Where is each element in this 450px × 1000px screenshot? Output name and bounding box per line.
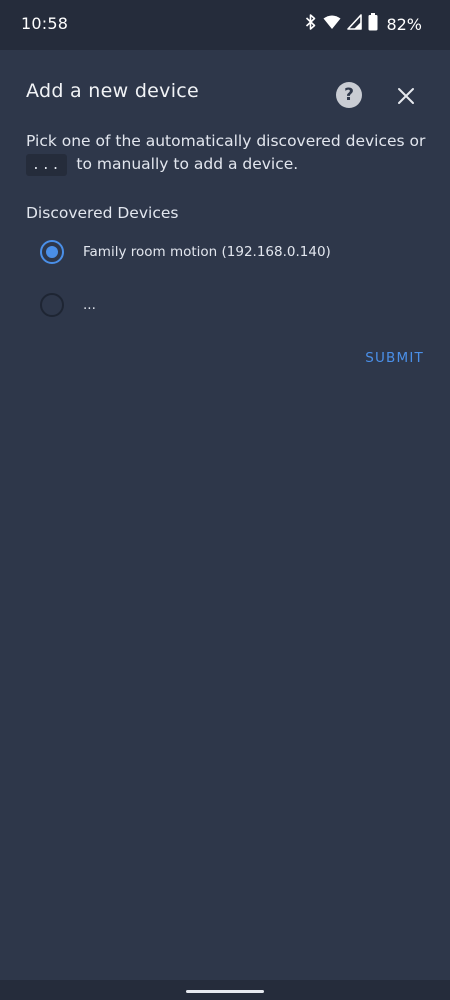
description-text-2: to manually to add a device. bbox=[76, 155, 299, 173]
wifi-icon bbox=[323, 14, 341, 34]
dialog-description: Pick one of the automatically discovered… bbox=[26, 130, 426, 176]
home-gesture-handle[interactable] bbox=[186, 990, 264, 993]
help-button[interactable]: ? bbox=[336, 82, 362, 108]
question-mark-icon: ? bbox=[344, 85, 354, 105]
status-bar: 10:58 82% bbox=[0, 0, 450, 50]
status-icons: 82% bbox=[305, 13, 422, 35]
device-option-label: Family room motion (192.168.0.140) bbox=[83, 244, 331, 260]
battery-icon bbox=[368, 13, 378, 35]
discovered-devices-label: Discovered Devices bbox=[26, 204, 179, 222]
radio-button-selected[interactable] bbox=[40, 240, 64, 264]
radio-button-unselected[interactable] bbox=[40, 293, 64, 317]
device-option-manual[interactable]: ... bbox=[40, 293, 96, 317]
add-device-dialog: Add a new device ? Pick one of the autom… bbox=[0, 50, 450, 980]
navigation-bar bbox=[0, 980, 450, 1000]
battery-percentage: 82% bbox=[386, 14, 422, 34]
submit-button[interactable]: SUBMIT bbox=[365, 350, 424, 366]
close-button[interactable] bbox=[394, 84, 418, 108]
device-option-label: ... bbox=[83, 297, 96, 313]
device-option-family-room-motion[interactable]: Family room motion (192.168.0.140) bbox=[40, 240, 331, 264]
radio-dot bbox=[46, 246, 58, 258]
close-icon bbox=[398, 88, 414, 104]
description-text-1: Pick one of the automatically discovered… bbox=[26, 132, 426, 150]
bluetooth-icon bbox=[305, 13, 317, 35]
cell-signal-icon bbox=[347, 14, 363, 34]
manual-entry-code: ... bbox=[26, 153, 68, 176]
status-time: 10:58 bbox=[21, 14, 69, 33]
dialog-title: Add a new device bbox=[26, 80, 200, 102]
